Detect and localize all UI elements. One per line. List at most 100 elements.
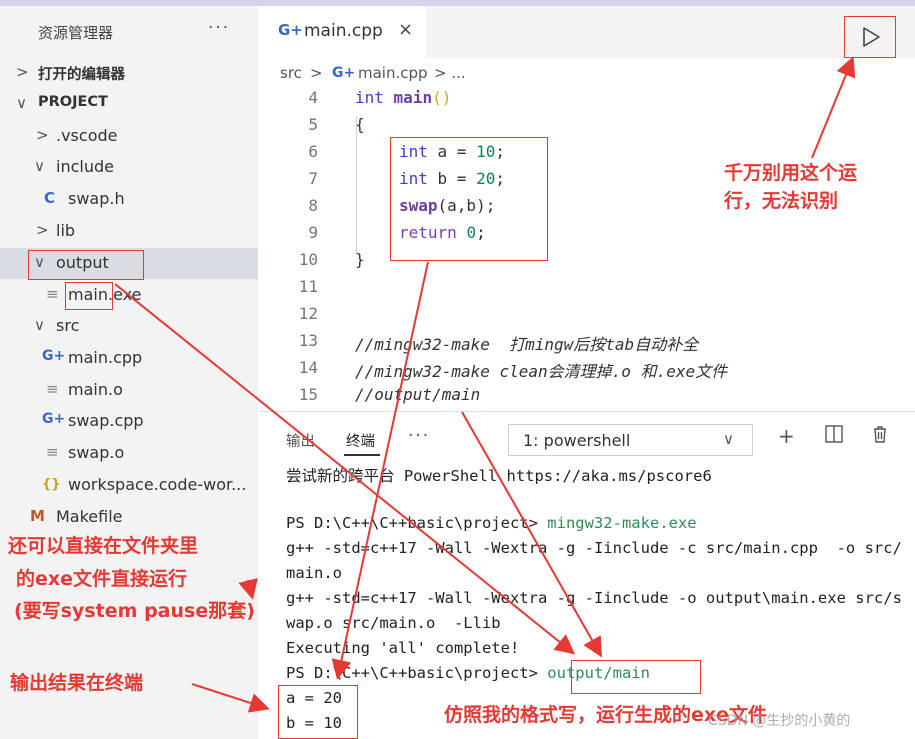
terminal-line: 尝试新的跨平台 PowerShell https://aka.ms/pscore… [286,467,712,485]
tree-item-workspace[interactable]: {} workspace.code-wor... [0,470,258,501]
json-braces-icon: {} [42,477,61,492]
cpp-file-icon: G+ [42,411,66,427]
explorer-more-button[interactable]: ··· [208,18,230,38]
annotation-folder-run-2: 的exe文件直接运行 [16,568,187,592]
breadcrumb-more[interactable]: > ... [434,64,466,82]
annotation-folder-run: 还可以直接在文件夹里 [8,535,198,559]
highlight-box-output [28,250,144,280]
line-source: int main() [355,88,452,107]
line-source: //mingw32-make 打mingw后按tab自动补全 [355,335,699,354]
cpp-file-icon: G+ [332,65,356,81]
tree-item-label: include [56,157,114,176]
tree-item-lib[interactable]: > lib [0,216,258,247]
play-icon [863,27,880,47]
chevron-right-icon: > [16,63,29,81]
chevron-down-icon: ∨ [723,430,734,448]
tree-item-swap-o[interactable]: ≡ swap.o [0,438,258,469]
tree-item-label: main.cpp [68,348,143,367]
tree-item-label: swap.o [68,443,125,462]
tree-item-src[interactable]: ∨ src [0,311,258,342]
explorer-header: 资源管理器 ··· [0,14,258,48]
prompt: PS D:\C++\C++basic\project> [286,514,548,532]
terminal-line: Executing 'all' complete! [286,639,520,657]
line-number: 15 [298,385,318,404]
tree-item-swap-cpp[interactable]: G+ swap.cpp [0,406,258,437]
code-line: 13 //mingw32-make 打mingw后按tab自动补全 [258,329,915,356]
tab-output[interactable]: 输出 [286,430,315,451]
annotation-folder-run-3: (要写system pause那套) [14,600,255,624]
terminal-shell-select[interactable]: 1: powershell ∨ [508,424,753,456]
annotation-line: 还可以直接在文件夹里 [8,535,199,557]
code-line: 12 [258,302,915,329]
indent-guide [356,116,357,253]
tree-item-label: workspace.code-wor... [68,475,247,494]
line-number: 12 [298,304,318,323]
split-terminal-icon[interactable] [824,424,844,449]
chevron-down-icon: ∨ [34,316,45,334]
tree-item-vscode[interactable]: > .vscode [0,121,258,152]
prompt: PS D:\C++\C++basic\project> [286,664,548,682]
breadcrumb: src > G+ main.cpp > ... [258,58,915,86]
line-number: 5 [308,115,318,134]
tab-terminal[interactable]: 终端 [346,430,375,451]
terminal-line: PS D:\C++\C++basic\project> mingw32-make… [286,514,697,539]
trash-icon[interactable] [870,424,890,449]
close-icon[interactable]: × [398,19,413,40]
terminal-line: main.o [286,564,342,582]
tree-item-label: .vscode [56,126,118,145]
line-number: 9 [308,223,318,242]
tree-item-label: swap.cpp [68,411,144,430]
breadcrumb-main-cpp[interactable]: main.cpp [358,64,428,82]
breadcrumb-src[interactable]: src [280,64,302,82]
tree-item-label: swap.h [68,189,125,208]
plus-icon[interactable]: + [778,424,795,448]
tree-item-makefile[interactable]: M Makefile [0,502,258,533]
line-number: 10 [298,250,318,269]
tree-item-main-exe[interactable]: ≡ main.exe [0,280,258,311]
project-label: PROJECT [38,94,108,110]
cpp-file-icon: G+ [278,21,303,39]
annotation-line: 的exe文件直接运行 [16,568,188,590]
active-tab-indicator [344,454,380,456]
line-number: 8 [308,196,318,215]
tree-item-main-cpp[interactable]: G+ main.cpp [0,343,258,374]
panel-more-button[interactable]: ··· [408,426,430,446]
open-editors-section[interactable]: > 打开的编辑器 [0,58,258,89]
tree-item-main-o[interactable]: ≡ main.o [0,375,258,406]
highlight-box-main-exe [65,282,113,310]
c-header-icon: C [44,189,56,207]
tree-item-include[interactable]: ∨ include [0,152,258,183]
code-line: 14 //mingw32-make clean会清理掉.o 和.exe文件 [258,356,915,383]
line-number: 14 [298,358,318,377]
annotation-line: (要写system pause那套) [14,600,255,622]
annotation-line: 行，无法识别 [724,189,839,212]
chevron-right-icon: > [36,221,49,239]
line-number: 13 [298,331,318,350]
file-lines-icon: ≡ [46,285,59,303]
code-line: 15 //output/main [258,383,915,410]
file-lines-icon: ≡ [46,380,59,398]
project-section[interactable]: ∨ PROJECT [0,89,258,120]
highlight-box-code [390,137,548,261]
terminal-line: wap.o src/main.o -Llib [286,614,501,632]
terminal-line: g++ -std=c++17 -Wall -Wextra -g -Iinclud… [286,589,902,607]
explorer-sidebar: 资源管理器 ··· > 打开的编辑器 ∨ PROJECT > .vscode ∨… [0,6,258,739]
explorer-title: 资源管理器 [38,24,114,42]
line-number: 7 [308,169,318,188]
terminal-line: g++ -std=c++17 -Wall -Wextra -g -Iinclud… [286,539,902,557]
chevron-right-icon: > [36,126,49,144]
run-button[interactable] [844,16,896,58]
editor-tab-bar: G+ main.cpp × [258,6,915,58]
line-number: 6 [308,142,318,161]
tree-item-label: src [56,316,80,335]
tab-main-cpp[interactable]: G+ main.cpp × [258,6,426,58]
breadcrumb-separator: > [310,64,323,82]
makefile-icon: M [30,507,45,525]
highlight-box-command [571,660,701,694]
line-source: //mingw32-make clean会清理掉.o 和.exe文件 [355,362,728,381]
tree-item-label: main.o [68,380,123,399]
highlight-box-result [278,685,358,739]
annotation-run-warning: 千万别用这个运 行，无法识别 [724,162,857,214]
tree-item-swap-h[interactable]: C swap.h [0,184,258,215]
watermark: CSDN @生抄的小黄的 [708,713,851,729]
